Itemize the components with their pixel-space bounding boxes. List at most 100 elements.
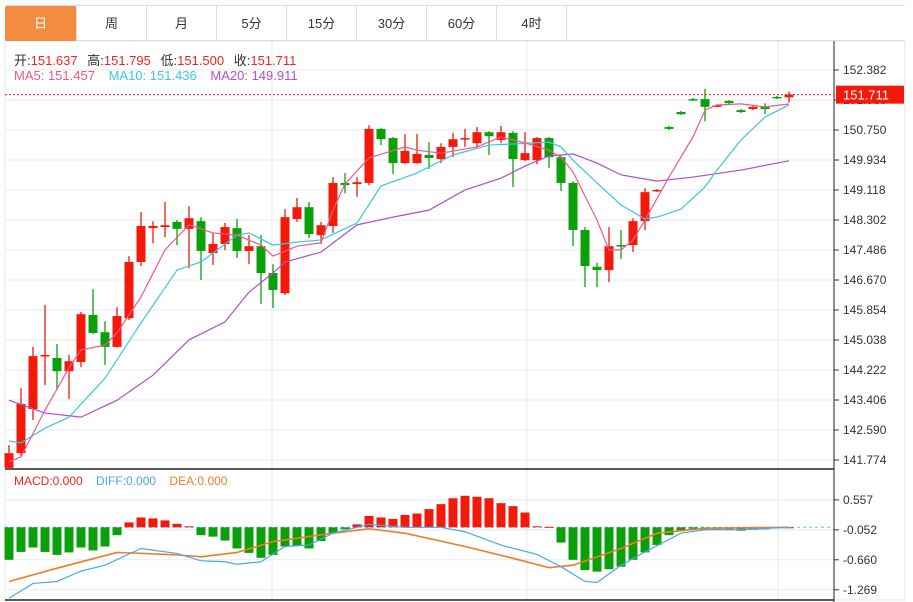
candle xyxy=(676,110,686,115)
tab-7[interactable]: 4时 xyxy=(497,6,567,41)
macd-readout: MACD:0.000 DIFF:0.000 DEA:0.000 xyxy=(14,474,233,488)
macd-bar xyxy=(292,527,302,546)
macd-bar xyxy=(148,518,158,528)
ma-readout: MA5: 151.457 MA10: 151.436 MA20: 149.911 xyxy=(14,68,304,83)
price-tick-label: 146.670 xyxy=(843,273,887,287)
candle-body xyxy=(160,225,170,228)
diff-line xyxy=(8,523,790,599)
macd-bar xyxy=(412,513,422,528)
macd-tick-label: -1.269 xyxy=(843,583,877,597)
tab-1[interactable]: 周 xyxy=(77,6,147,41)
candle-body xyxy=(592,266,602,271)
candle-body xyxy=(580,230,590,267)
candle xyxy=(40,305,50,386)
candle xyxy=(76,311,86,368)
price-tick-label: 147.486 xyxy=(843,243,887,257)
high-value: 151.795 xyxy=(103,53,151,68)
candle xyxy=(460,128,470,147)
diff-value: DIFF:0.000 xyxy=(96,474,157,488)
candle-body xyxy=(652,189,662,192)
candle xyxy=(724,100,734,104)
high-label: 高: xyxy=(87,53,104,68)
close-label: 收: xyxy=(233,53,251,68)
price-tick-label: 142.590 xyxy=(843,423,887,437)
candle xyxy=(148,221,158,244)
candle-body xyxy=(544,138,554,158)
candle-body xyxy=(736,110,746,112)
macd-bar xyxy=(100,527,110,547)
candle xyxy=(376,128,386,146)
macd-value: MACD:0.000 xyxy=(14,474,83,488)
candle-body xyxy=(676,111,686,115)
candle-body xyxy=(172,221,182,229)
price-tick-label: 144.222 xyxy=(843,363,887,377)
dea-value: DEA:0.000 xyxy=(169,474,228,488)
macd-bar xyxy=(448,498,458,528)
candle xyxy=(184,206,194,269)
tab-3[interactable]: 5分 xyxy=(217,6,287,41)
macd-bar xyxy=(652,527,662,546)
candle-body xyxy=(520,153,530,161)
candle-body xyxy=(472,132,482,144)
price-tick-label: 145.854 xyxy=(843,303,887,317)
macd-bar xyxy=(568,527,578,560)
ma10-value: MA10: 151.436 xyxy=(108,68,197,83)
candle-body xyxy=(448,139,458,147)
candle xyxy=(520,132,530,162)
macd-bar xyxy=(256,527,266,558)
price-tick-label: 148.302 xyxy=(843,213,887,227)
candle xyxy=(328,177,338,233)
candle-body xyxy=(532,138,542,161)
macd-bar xyxy=(496,503,506,528)
price-tick-label: 149.934 xyxy=(843,153,887,167)
macd-bar xyxy=(172,523,182,528)
candle xyxy=(352,177,362,197)
ohlc-readout: 开:151.637 高:151.795 低:151.500 收:151.711 xyxy=(14,50,302,69)
candle-body xyxy=(40,355,50,357)
candle-body xyxy=(304,207,314,235)
macd-bar xyxy=(76,527,86,548)
candle-body xyxy=(52,357,62,372)
tab-6[interactable]: 60分 xyxy=(427,6,497,41)
macd-bar xyxy=(580,527,590,571)
candle-body xyxy=(400,150,410,164)
tab-0[interactable]: 日 xyxy=(5,6,77,41)
close-value: 151.711 xyxy=(250,53,297,68)
candle-body xyxy=(376,128,386,140)
candle xyxy=(664,125,674,130)
macd-bar xyxy=(220,527,230,541)
candle xyxy=(88,289,98,335)
dea-line xyxy=(8,526,790,583)
macd-bar xyxy=(604,527,614,570)
candle-body xyxy=(688,99,698,101)
tab-4[interactable]: 15分 xyxy=(287,6,357,41)
candle-body xyxy=(16,403,26,454)
kline-chart[interactable]: 152.382151.566150.750149.934149.118148.3… xyxy=(0,0,913,602)
candle xyxy=(64,355,74,400)
macd-bar xyxy=(232,527,242,549)
current-price-label: 151.711 xyxy=(843,88,889,103)
candle-body xyxy=(244,246,254,251)
candle xyxy=(16,388,26,457)
macd-bar xyxy=(40,527,50,552)
candle xyxy=(592,262,602,287)
candle xyxy=(580,227,590,287)
macd-bar xyxy=(64,527,74,553)
open-value: 151.637 xyxy=(30,53,78,68)
macd-bar xyxy=(208,527,218,537)
candle-body xyxy=(772,96,782,99)
macd-bar xyxy=(400,514,410,528)
tab-5[interactable]: 30分 xyxy=(357,6,427,41)
candle-body xyxy=(628,221,638,246)
macd-bar xyxy=(532,526,542,528)
macd-bar xyxy=(472,496,482,528)
candle-body xyxy=(616,245,626,247)
low-label: 低: xyxy=(160,53,178,68)
macd-bar xyxy=(508,506,518,528)
macd-bar xyxy=(112,527,122,536)
tab-2[interactable]: 月 xyxy=(147,6,217,41)
price-tick-label: 145.038 xyxy=(843,333,887,347)
candle-body xyxy=(352,182,362,185)
macd-bar xyxy=(460,495,470,528)
macd-tick-label: 0.557 xyxy=(843,493,873,507)
